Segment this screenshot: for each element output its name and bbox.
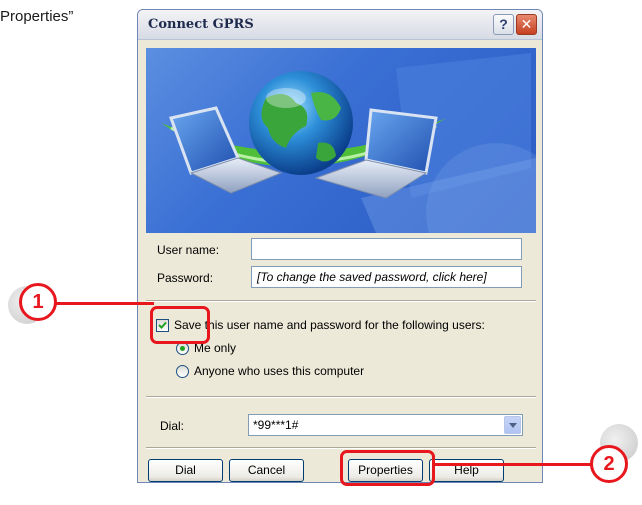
title-bar: Connect GPRS ? ✕ [138,10,542,40]
globe-laptops-illustration [161,53,536,233]
dropdown-button[interactable] [504,416,521,434]
callout-2-badge: 2 [590,445,628,483]
radio-anyone[interactable] [176,365,189,378]
help-title-button[interactable]: ? [493,14,514,35]
cancel-button[interactable]: Cancel [229,459,304,482]
document-caption: Properties” [0,8,74,25]
window-title: Connect GPRS [148,17,254,32]
callout-1-line [56,302,154,305]
connect-gprs-dialog: Connect GPRS ? ✕ User name: Password: [T… [137,9,543,483]
password-label: Password: [157,271,214,285]
save-credentials-label[interactable]: Save this user name and password for the… [174,318,485,332]
dial-number-value: *99***1# [253,418,299,432]
username-input[interactable] [251,238,522,260]
chevron-down-icon [509,423,517,428]
divider [146,447,536,449]
dial-label: Dial: [160,419,185,433]
dial-number-select[interactable]: *99***1# [248,414,523,436]
radio-anyone-label[interactable]: Anyone who uses this computer [194,364,364,378]
dial-button[interactable]: Dial [148,459,223,482]
username-label: User name: [157,243,220,257]
password-input[interactable]: [To change the saved password, click her… [251,266,522,288]
radio-selected-dot [180,346,185,351]
network-banner-image [146,48,536,233]
close-button[interactable]: ✕ [516,14,537,35]
divider [146,396,536,398]
callout-2-line [434,463,596,466]
divider [146,300,536,302]
callout-1-badge: 1 [19,283,57,321]
save-checkbox-highlight [150,306,210,344]
properties-button-highlight [340,450,435,486]
